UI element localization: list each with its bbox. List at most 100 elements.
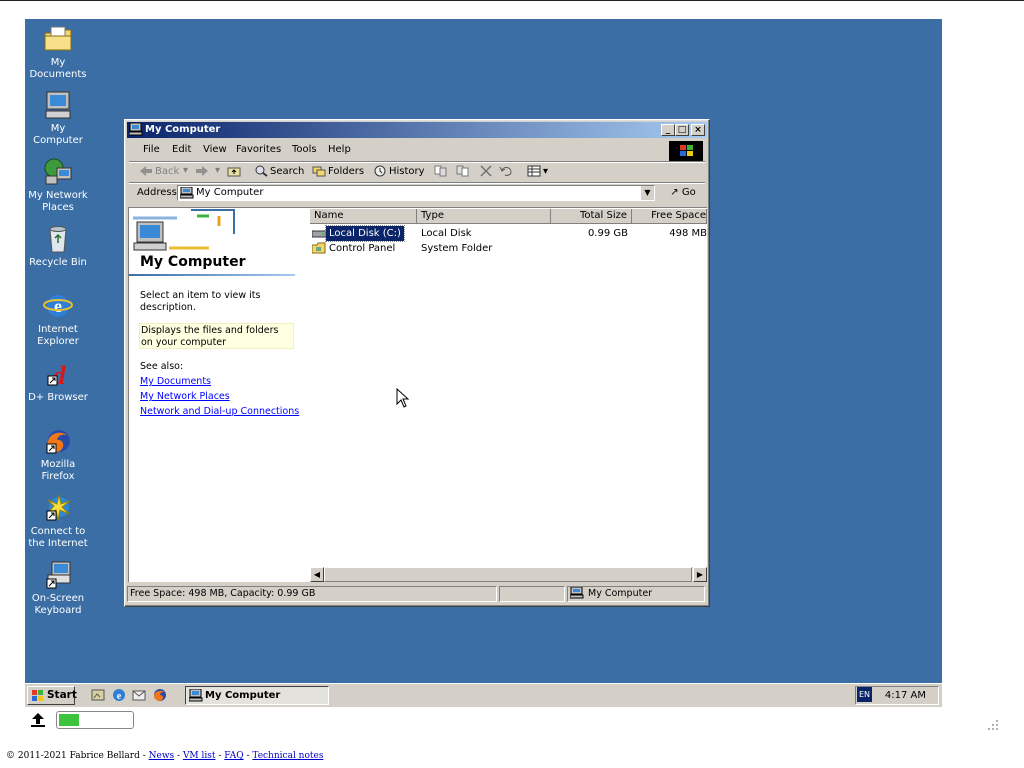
computer-icon <box>569 587 584 601</box>
folders-icon <box>312 165 326 177</box>
menu-file[interactable]: File <box>143 144 160 155</box>
table-row[interactable]: Control Panel System Folder <box>310 241 707 256</box>
desktop-icon-label: D+ Browser <box>28 392 88 403</box>
column-header-type[interactable]: Type <box>417 209 551 224</box>
window-titlebar[interactable]: My Computer _ □ × <box>127 122 707 138</box>
column-header-total-size[interactable]: Total Size <box>551 209 632 224</box>
forward-dropdown[interactable]: ▾ <box>215 165 220 176</box>
row-name: Control Panel <box>329 243 396 254</box>
start-button[interactable]: Start <box>27 686 77 707</box>
desktop-icon-on-screen-keyboard[interactable]: On-Screen Keyboard <box>25 559 91 616</box>
clock[interactable]: 4:17 AM <box>885 687 926 704</box>
address-dropdown-button[interactable]: ▼ <box>640 186 654 200</box>
menu-edit[interactable]: Edit <box>172 144 191 155</box>
address-input[interactable]: My Computer ▼ <box>177 185 655 201</box>
undo-button[interactable] <box>499 165 515 177</box>
ie-icon[interactable]: e <box>112 688 126 702</box>
up-folder-icon <box>227 165 241 177</box>
windows-logo-icon <box>31 689 45 707</box>
row-total-size: 0.99 GB <box>587 228 628 239</box>
copy-to-icon <box>456 165 470 177</box>
link-network-dialup[interactable]: Network and Dial-up Connections <box>140 406 299 417</box>
see-also-label: See also: <box>140 361 184 372</box>
desktop-icon-internet-explorer[interactable]: e Internet Explorer <box>25 290 91 347</box>
menu-view[interactable]: View <box>203 144 227 155</box>
horizontal-scrollbar[interactable]: ◀ ▶ <box>310 567 707 582</box>
column-header-name[interactable]: Name <box>310 209 417 224</box>
desktop-icon-dplus-browser[interactable]: d D+ Browser <box>25 358 91 404</box>
column-header-free-space[interactable]: Free Space <box>632 209 707 224</box>
history-label: History <box>389 166 425 177</box>
window-title: My Computer <box>145 124 221 135</box>
start-label: Start <box>47 689 77 701</box>
outlook-express-icon[interactable] <box>132 688 146 702</box>
explorer-content: My Computer Select an item to view its d… <box>128 207 707 582</box>
desktop-icon-recycle-bin[interactable]: Recycle Bin <box>25 223 91 269</box>
menu-help[interactable]: Help <box>328 144 351 155</box>
computer-icon <box>42 89 74 121</box>
taskbar-button-my-computer[interactable]: My Computer <box>185 686 329 705</box>
folders-label: Folders <box>328 166 365 177</box>
back-button[interactable]: Back <box>139 165 179 177</box>
show-desktop-icon[interactable] <box>91 688 105 702</box>
scroll-left-button[interactable]: ◀ <box>310 567 324 582</box>
emulator-screen[interactable]: My Documents My Computer My Network Plac… <box>25 19 942 707</box>
address-bar: Address My Computer ▼ ↗ Go <box>129 184 705 204</box>
my-computer-banner-icon <box>129 208 239 255</box>
link-my-documents[interactable]: My Documents <box>140 376 211 387</box>
file-list: Name Type Total Size Free Space Local Di… <box>310 208 707 568</box>
undo-icon <box>499 165 513 177</box>
network-icon <box>42 156 74 188</box>
upload-icon[interactable] <box>29 711 47 729</box>
back-label: Back <box>155 166 180 177</box>
desktop-icon-my-documents[interactable]: My Documents <box>25 23 91 80</box>
folders-button[interactable]: Folders <box>312 165 364 177</box>
copy-to-button[interactable] <box>456 165 472 177</box>
menu-favorites[interactable]: Favorites <box>236 144 281 155</box>
scroll-right-button[interactable]: ▶ <box>693 567 707 582</box>
desktop-icon-my-network-places[interactable]: My Network Places <box>25 156 91 213</box>
link-my-network-places[interactable]: My Network Places <box>140 391 230 402</box>
minimize-button[interactable]: _ <box>661 124 675 136</box>
pane-prompt: Select an item to view its description. <box>140 290 261 313</box>
connect-icon <box>42 492 74 524</box>
forward-button[interactable] <box>195 165 211 177</box>
go-button[interactable]: ↗ Go <box>663 185 703 201</box>
maximize-button[interactable]: □ <box>675 124 689 136</box>
desktop-icon-mozilla-firefox[interactable]: Mozilla Firefox <box>25 425 91 482</box>
folder-documents-icon <box>42 23 74 55</box>
delete-button[interactable] <box>479 165 495 177</box>
ie-icon: e <box>42 290 74 322</box>
table-row[interactable]: Local Disk (C:) Local Disk 0.99 GB 498 M… <box>310 225 707 242</box>
control-panel-icon <box>311 242 326 259</box>
resize-handle-icon[interactable] <box>986 719 1000 731</box>
history-button[interactable]: History <box>373 165 425 177</box>
web-view-pane: My Computer Select an item to view its d… <box>129 208 309 582</box>
my-computer-window[interactable]: My Computer _ □ × File Edit View Favorit… <box>124 119 710 607</box>
pane-title-rule <box>129 274 295 276</box>
back-arrow-icon <box>139 165 153 177</box>
system-tray: 4:17 AM <box>855 686 939 705</box>
footer-link-news[interactable]: News <box>149 751 175 761</box>
menu-tools[interactable]: Tools <box>292 144 317 155</box>
footer-link-vm-list[interactable]: VM list <box>183 751 216 761</box>
desktop-icon-connect-to-internet[interactable]: Connect to the Internet <box>25 492 91 549</box>
status-zone: My Computer <box>567 586 705 602</box>
status-free-space: Free Space: 498 MB, Capacity: 0.99 GB <box>127 586 497 602</box>
standard-toolbar: Back ▾ ▾ Search Folders History ▾ <box>129 162 705 182</box>
footer-link-technical-notes[interactable]: Technical notes <box>252 751 323 761</box>
move-to-button[interactable] <box>434 165 450 177</box>
up-folder-button[interactable] <box>227 165 243 177</box>
footer-link-faq[interactable]: FAQ <box>224 751 243 761</box>
scroll-thumb[interactable] <box>324 567 692 582</box>
close-button[interactable]: × <box>691 124 705 136</box>
search-button[interactable]: Search <box>254 165 304 177</box>
row-type: System Folder <box>421 243 493 254</box>
pane-title: My Computer <box>140 254 246 270</box>
recycle-bin-icon <box>42 223 74 255</box>
desktop-icon-my-computer[interactable]: My Computer <box>25 89 91 146</box>
firefox-icon[interactable] <box>153 688 167 702</box>
views-button[interactable]: ▾ <box>527 165 548 177</box>
back-dropdown[interactable]: ▾ <box>183 165 188 176</box>
row-name: Local Disk (C:) <box>325 225 405 242</box>
